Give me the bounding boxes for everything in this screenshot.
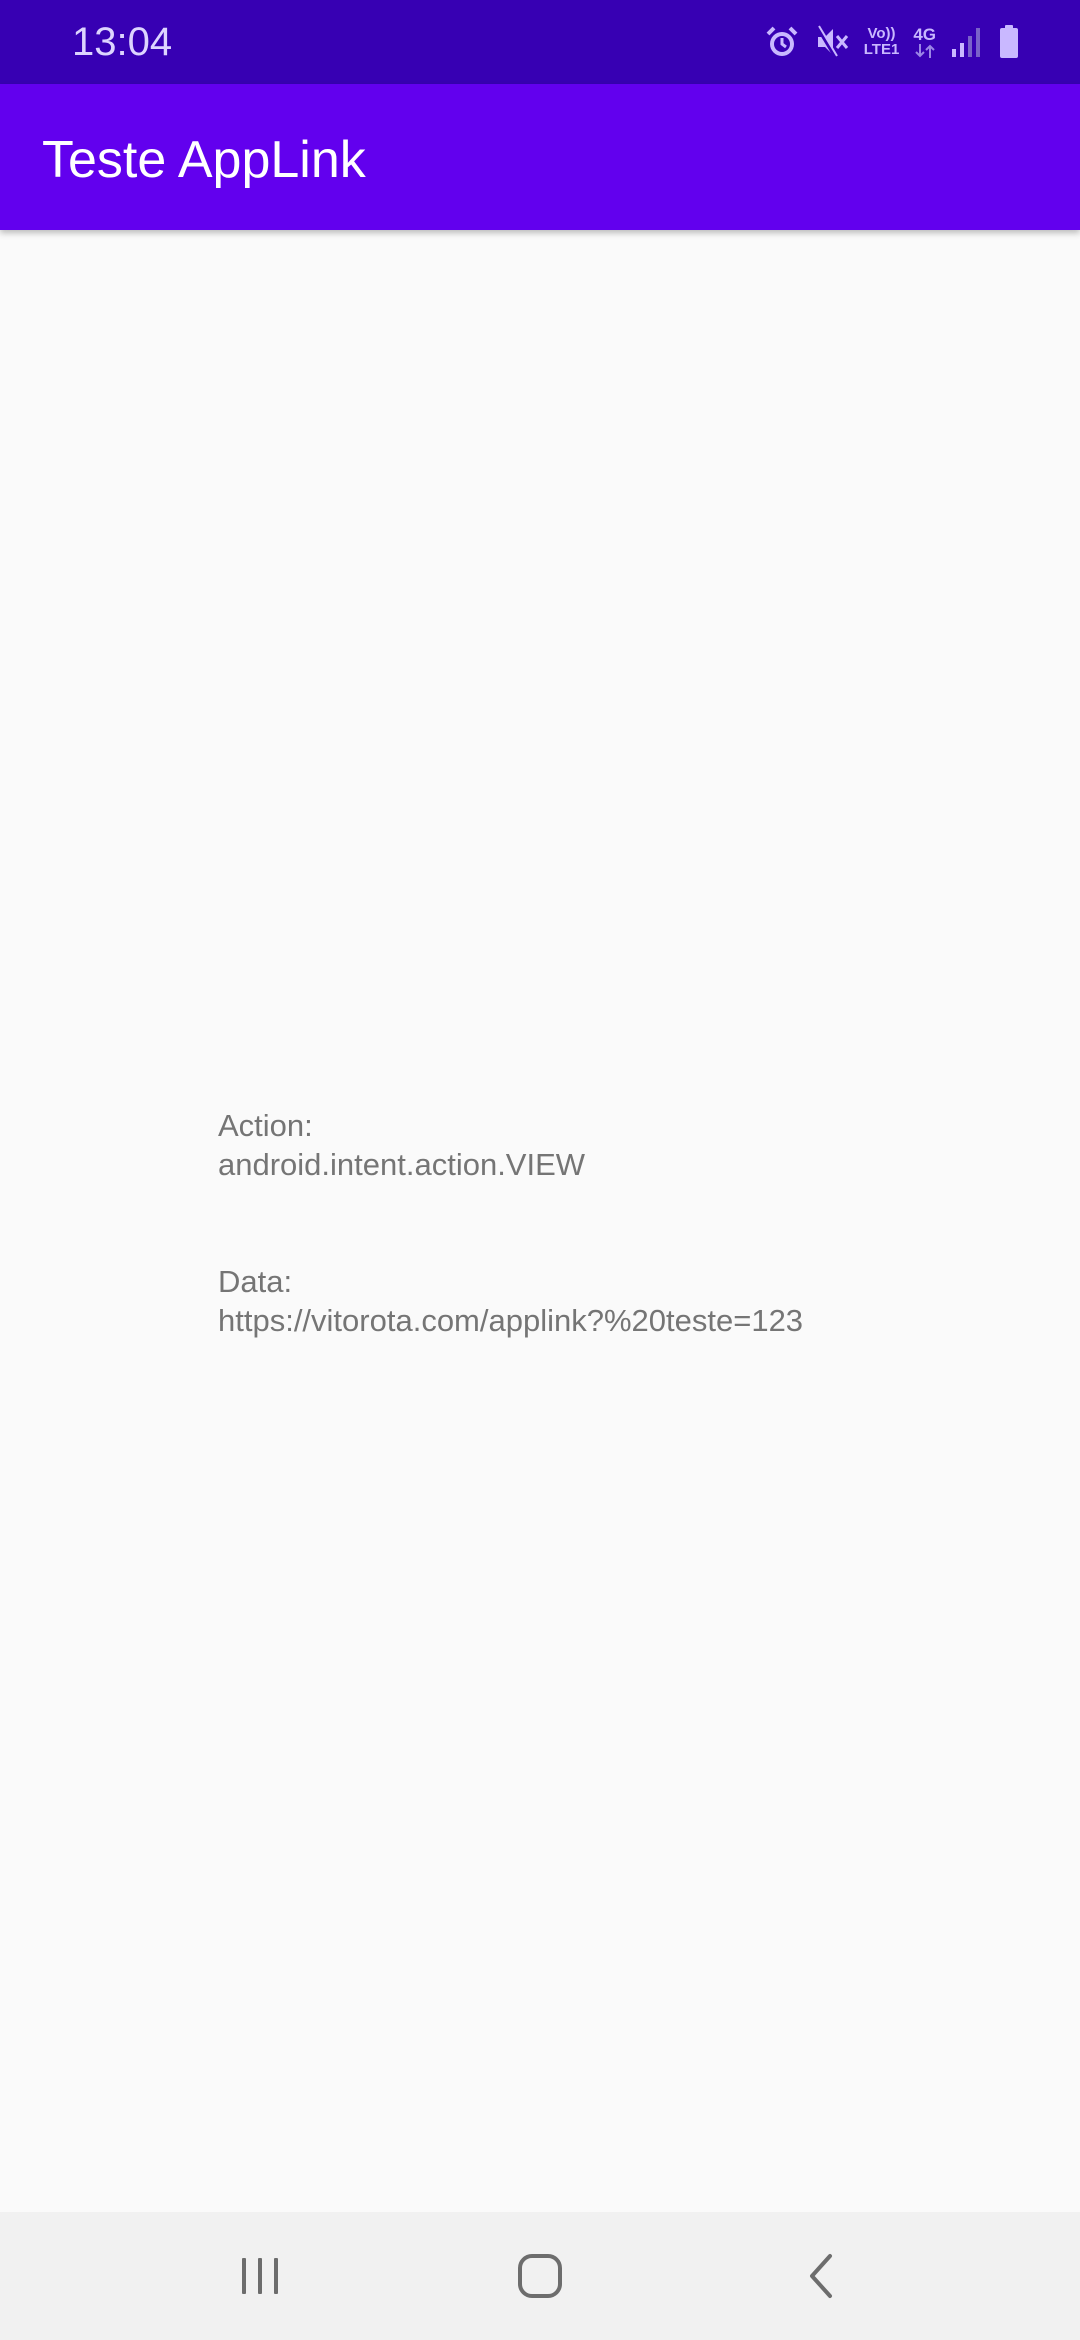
data-arrows-icon xyxy=(914,44,935,58)
recents-icon xyxy=(242,2258,278,2294)
network-4g-indicator: 4G xyxy=(913,26,936,58)
mute-icon xyxy=(814,24,850,60)
action-block: Action: android.intent.action.VIEW xyxy=(218,1106,1058,1184)
data-block: Data: https://vitorota.com/applink?%20te… xyxy=(218,1262,1058,1340)
navigation-bar xyxy=(0,2212,1080,2340)
network-type-label: 4G xyxy=(913,25,936,44)
recents-button[interactable] xyxy=(170,2212,350,2340)
data-label: Data: xyxy=(218,1264,293,1299)
back-icon xyxy=(810,2254,832,2298)
action-label: Action: xyxy=(218,1108,313,1143)
signal-icon xyxy=(950,25,984,59)
volte-label: Vo)) xyxy=(867,25,896,42)
lte-label: LTE1 xyxy=(863,41,900,58)
back-button[interactable] xyxy=(732,2212,912,2340)
home-button[interactable] xyxy=(450,2212,630,2340)
intent-info: Action: android.intent.action.VIEW Data:… xyxy=(218,1106,1058,1340)
home-icon xyxy=(518,2254,562,2298)
volte-indicator: Vo)) LTE1 xyxy=(864,26,900,58)
app-title: Teste AppLink xyxy=(42,131,366,189)
battery-icon xyxy=(998,24,1020,60)
alarm-icon xyxy=(764,24,800,60)
data-value: https://vitorota.com/applink?%20teste=12… xyxy=(218,1303,804,1338)
action-value: android.intent.action.VIEW xyxy=(218,1147,586,1182)
status-bar: 13:04 Vo)) LTE1 4G xyxy=(0,0,1080,84)
status-icons: Vo)) LTE1 4G xyxy=(764,20,1020,64)
status-time: 13:04 xyxy=(72,20,173,64)
app-bar: Teste AppLink xyxy=(0,84,1080,230)
